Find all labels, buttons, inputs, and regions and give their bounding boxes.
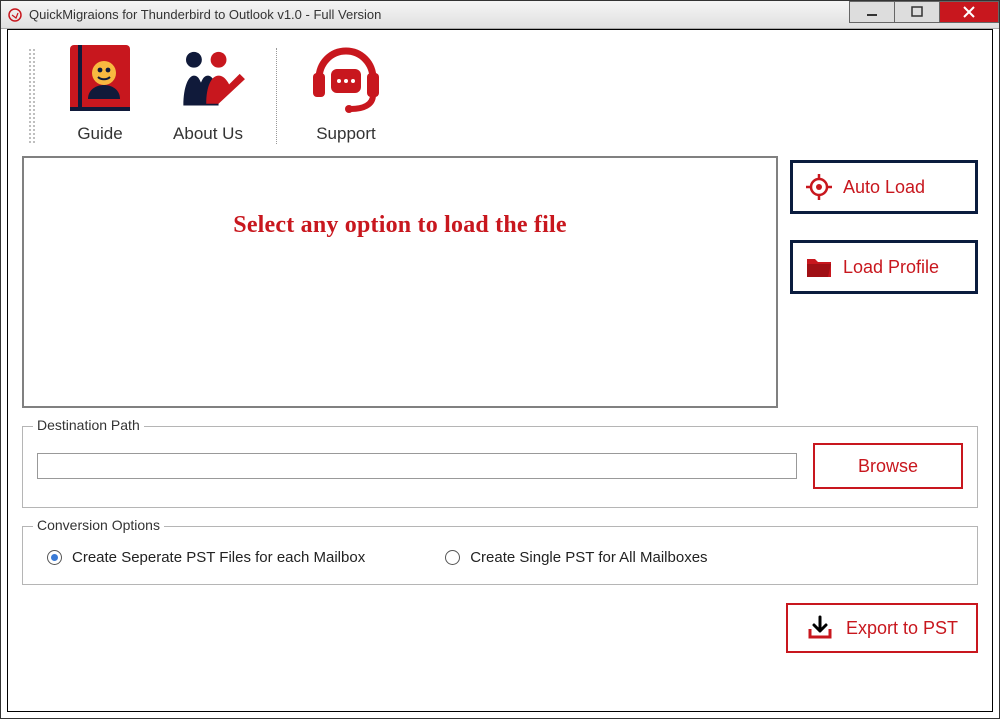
destination-legend: Destination Path [33,417,144,433]
support-label: Support [316,124,376,144]
browse-label: Browse [858,456,918,477]
maximize-button[interactable] [894,1,940,23]
toolbar-grip [28,48,36,144]
titlebar[interactable]: QuickMigraions for Thunderbird to Outloo… [1,1,999,29]
option-separate-label: Create Seperate PST Files for each Mailb… [72,549,365,566]
auto-load-button[interactable]: Auto Load [790,160,978,214]
guide-label: Guide [77,124,122,144]
destination-row: Browse [37,443,963,489]
conversion-group: Conversion Options Create Seperate PST F… [22,526,978,585]
conversion-legend: Conversion Options [33,517,164,533]
support-button[interactable]: Support [302,40,390,144]
load-buttons-column: Auto Load Load Profile [790,156,978,408]
export-button[interactable]: Export to PST [786,603,978,653]
toolbar: Guide About Us [22,40,978,156]
titlebar-left: QuickMigraions for Thunderbird to Outloo… [1,7,381,23]
about-label: About Us [173,124,243,144]
prompt-text: Select any option to load the file [24,212,776,239]
main-row: Select any option to load the file Auto … [22,156,978,408]
option-single-pst[interactable]: Create Single PST for All Mailboxes [445,549,707,566]
browse-button[interactable]: Browse [813,443,963,489]
load-profile-label: Load Profile [843,257,939,278]
about-button[interactable]: About Us [164,40,252,144]
option-single-label: Create Single PST for All Mailboxes [470,549,707,566]
support-icon [302,40,390,120]
destination-input[interactable] [37,453,797,479]
conversion-options: Create Seperate PST Files for each Mailb… [37,543,963,566]
option-separate-pst[interactable]: Create Seperate PST Files for each Mailb… [47,549,365,566]
app-icon [7,7,23,23]
toolbar-separator [276,48,278,144]
radio-icon [47,550,62,565]
about-icon [164,40,252,120]
client-area: Guide About Us [7,29,993,712]
export-label: Export to PST [846,618,958,639]
export-row: Export to PST [22,603,978,653]
app-window: QuickMigraions for Thunderbird to Outloo… [0,0,1000,719]
export-icon [806,614,834,642]
load-profile-button[interactable]: Load Profile [790,240,978,294]
file-list-panel: Select any option to load the file [22,156,778,408]
minimize-button[interactable] [849,1,895,23]
target-icon [805,173,833,201]
window-controls [850,1,999,28]
radio-icon [445,550,460,565]
folder-icon [805,253,833,281]
guide-button[interactable]: Guide [56,40,144,144]
window-title: QuickMigraions for Thunderbird to Outloo… [29,7,381,22]
guide-icon [56,40,144,120]
close-button[interactable] [939,1,999,23]
auto-load-label: Auto Load [843,177,925,198]
destination-group: Destination Path Browse [22,426,978,508]
